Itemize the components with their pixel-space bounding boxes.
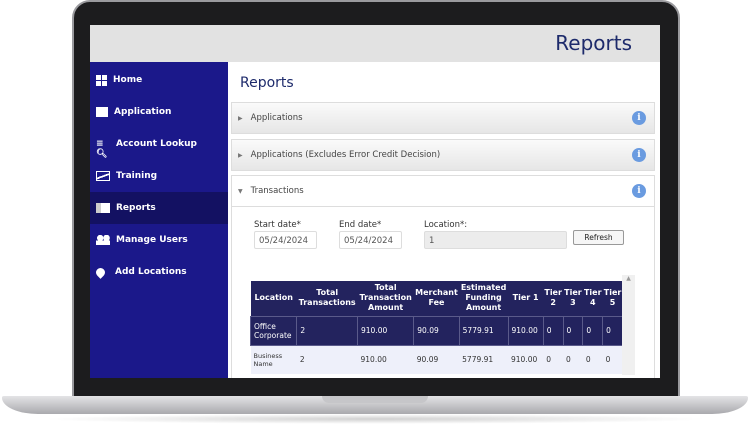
screen: Reports Home Application ≡🔍︎ Account Look… — [90, 25, 660, 378]
accordion-applications[interactable]: ▶ Applications i — [231, 102, 655, 134]
sidebar-item-label: Reports — [116, 203, 156, 213]
caret-right-icon: ▶ — [238, 114, 243, 122]
accordion-label: Applications — [250, 113, 303, 123]
column-header: Merchant Fee — [413, 281, 460, 316]
cell: 910.00 — [508, 345, 544, 374]
caret-down-icon: ▼ — [238, 187, 243, 195]
sidebar-item-label: Add Locations — [115, 267, 187, 277]
cell: 5779.91 — [459, 345, 508, 374]
column-header: Estimated Funding Amount — [459, 281, 508, 316]
cell-location: Business Name — [250, 345, 297, 374]
cell: 0 — [542, 315, 564, 346]
column-header: Tier 2 — [543, 281, 564, 316]
table-header-row: Location Total Transactions Total Transa… — [250, 281, 623, 316]
laptop-notch — [322, 396, 428, 403]
cell: 0 — [582, 345, 603, 374]
cell: 5779.91 — [458, 315, 509, 346]
cell: 90.09 — [413, 345, 460, 374]
sidebar: Home Application ≡🔍︎ Account Lookup Train… — [90, 62, 228, 378]
start-date-label: Start date* — [254, 220, 301, 230]
cell: 0 — [602, 315, 623, 346]
transactions-table-container: Location Total Transactions Total Transa… — [250, 270, 623, 378]
column-header: Tier 3 — [563, 281, 583, 316]
sidebar-item-add-locations[interactable]: Add Locations — [90, 256, 228, 288]
info-icon[interactable]: i — [632, 111, 646, 125]
accordion-label: Applications (Excludes Error Credit Deci… — [250, 150, 441, 160]
header-title: Reports — [555, 31, 632, 55]
page-title: Reports — [240, 75, 294, 91]
table-row[interactable]: Business Name 2 910.00 90.09 5779.91 910… — [250, 345, 623, 374]
search-list-icon: ≡🔍︎ — [96, 139, 108, 159]
info-icon[interactable]: i — [632, 148, 646, 162]
info-icon[interactable]: i — [632, 184, 646, 198]
cell: 910.00 — [357, 345, 414, 374]
accordion-transactions[interactable]: ▼ Transactions i — [231, 175, 655, 207]
end-date-label: End date* — [339, 220, 382, 230]
sidebar-item-application[interactable]: Application — [90, 96, 228, 128]
accordion-applications-excludes[interactable]: ▶ Applications (Excludes Error Credit Dec… — [231, 139, 655, 171]
main-content: Reports ▶ Applications i ▶ Applications (Ex… — [228, 62, 660, 378]
location-label: Location*: — [424, 220, 468, 230]
column-header: Location — [250, 281, 297, 316]
end-date-input[interactable]: 05/24/2024 — [339, 231, 402, 249]
cell: 0 — [562, 315, 584, 346]
sidebar-item-manage-users[interactable]: Manage Users — [90, 224, 228, 256]
scroll-up-icon[interactable]: ▲ — [622, 275, 635, 282]
sidebar-item-reports[interactable]: Reports — [90, 192, 228, 224]
sidebar-item-training[interactable]: Training — [90, 160, 228, 192]
refresh-button[interactable]: Refresh — [573, 230, 624, 245]
transactions-table: Location Total Transactions Total Transa… — [250, 281, 623, 374]
sidebar-item-label: Training — [116, 171, 158, 181]
cell: 2 — [296, 315, 358, 346]
cell-location: Office Corporate — [250, 315, 298, 346]
column-header: Total Transaction Amount — [357, 281, 414, 316]
accordion-label: Transactions — [250, 186, 304, 196]
laptop-shadow — [40, 414, 710, 424]
column-header: Tier 4 — [582, 281, 603, 316]
cell: 0 — [563, 345, 583, 374]
sidebar-item-label: Account Lookup — [116, 139, 198, 149]
column-header: Tier 5 — [602, 281, 623, 316]
sidebar-item-label: Manage Users — [116, 235, 188, 245]
cell: 910.00 — [507, 315, 544, 346]
chart-icon — [96, 171, 110, 181]
start-date-input[interactable]: 05/24/2024 — [254, 231, 317, 249]
sidebar-item-label: Application — [114, 107, 172, 117]
cell: 0 — [543, 345, 564, 374]
cell: 0 — [602, 345, 623, 374]
column-header: Total Transactions — [296, 281, 358, 316]
column-header: Tier 1 — [508, 281, 544, 316]
cell: 910.00 — [356, 315, 415, 346]
sidebar-item-home[interactable]: Home — [90, 64, 228, 96]
grid-icon — [96, 74, 107, 86]
table-scrollbar[interactable]: ▲ — [622, 275, 635, 375]
edit-icon — [96, 107, 108, 117]
top-bar: Reports — [90, 25, 660, 62]
caret-right-icon: ▶ — [238, 151, 243, 159]
report-icon — [96, 203, 110, 213]
sidebar-item-label: Home — [113, 75, 143, 85]
cell: 2 — [296, 345, 358, 374]
sidebar-item-account-lookup[interactable]: ≡🔍︎ Account Lookup — [90, 128, 228, 160]
location-input[interactable]: 1 — [424, 231, 567, 249]
location-pin-icon — [94, 265, 107, 279]
table-row[interactable]: Office Corporate 2 910.00 90.09 5779.91 … — [250, 315, 623, 346]
cell: 0 — [582, 315, 604, 346]
users-icon — [96, 235, 110, 245]
cell: 90.09 — [413, 315, 460, 346]
